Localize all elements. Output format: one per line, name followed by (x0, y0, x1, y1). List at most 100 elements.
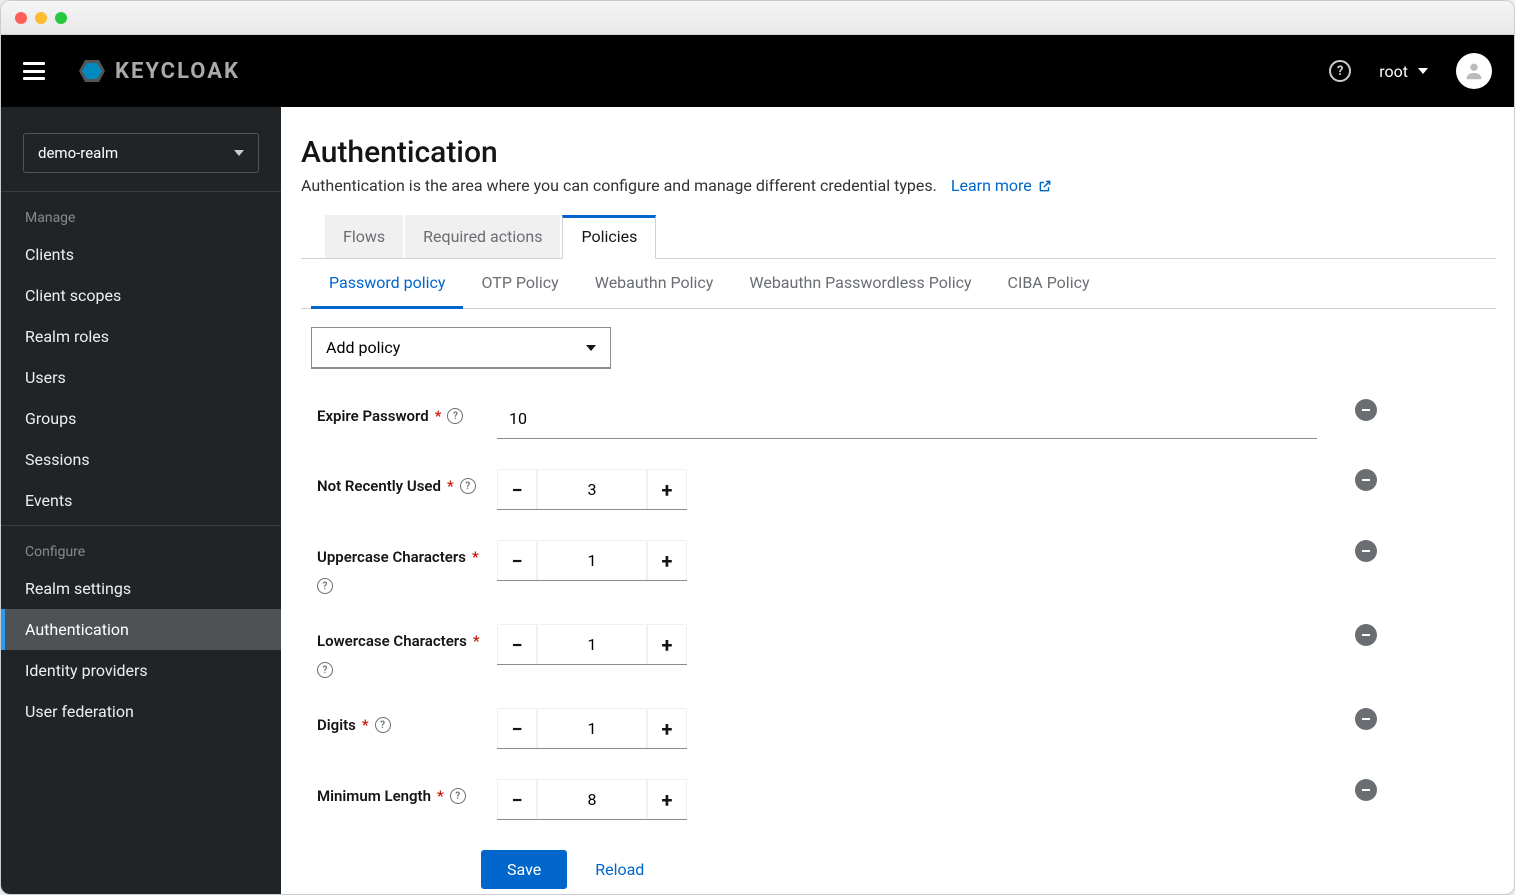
help-icon[interactable]: ? (317, 662, 333, 678)
add-policy-label: Add policy (326, 338, 400, 357)
sidebar-item-users[interactable]: Users (1, 357, 281, 398)
divider (1, 525, 281, 526)
policy-label: Lowercase Characters*? (317, 624, 497, 678)
main-content: Authentication Authentication is the are… (281, 107, 1514, 894)
policy-label: Not Recently Used*? (317, 469, 497, 495)
user-name: root (1379, 62, 1408, 81)
subtab-otp-policy[interactable]: OTP Policy (463, 259, 576, 308)
subtab-password-policy[interactable]: Password policy (311, 259, 463, 309)
sidebar-item-realm-settings[interactable]: Realm settings (1, 568, 281, 609)
stepper-increment-button[interactable]: + (647, 708, 687, 748)
sidebar-item-groups[interactable]: Groups (1, 398, 281, 439)
stepper-input[interactable] (537, 540, 647, 580)
stepper-increment-button[interactable]: + (647, 779, 687, 819)
realm-selector[interactable]: demo-realm (23, 133, 259, 173)
tab-required-actions[interactable]: Required actions (405, 215, 560, 258)
sidebar-section-header: Configure (1, 530, 281, 568)
policy-field (497, 399, 1317, 439)
window-max-icon[interactable] (55, 12, 67, 24)
avatar[interactable] (1456, 53, 1492, 89)
stepper-decrement-button[interactable]: − (497, 708, 537, 748)
window-close-icon[interactable] (15, 12, 27, 24)
sidebar-item-user-federation[interactable]: User federation (1, 691, 281, 732)
learn-more-link[interactable]: Learn more (951, 176, 1052, 195)
policy-row: Lowercase Characters*?−+ (317, 624, 1456, 678)
sidebar-item-client-scopes[interactable]: Client scopes (1, 275, 281, 316)
policy-label: Uppercase Characters*? (317, 540, 497, 594)
help-icon[interactable]: ? (375, 717, 391, 733)
topbar: KEYCLOAK ? root (1, 35, 1514, 107)
policy-field: −+ (497, 779, 1317, 820)
policy-form: Expire Password*?Not Recently Used*?−+Up… (301, 399, 1496, 820)
quantity-stepper: −+ (497, 779, 687, 820)
sidebar-item-realm-roles[interactable]: Realm roles (1, 316, 281, 357)
required-indicator: * (435, 407, 442, 425)
policy-row: Expire Password*? (317, 399, 1456, 439)
sidebar-section-header: Manage (1, 196, 281, 234)
window-titlebar (1, 1, 1514, 35)
reload-button[interactable]: Reload (595, 860, 644, 879)
subtab-webauthn-passwordless-policy[interactable]: Webauthn Passwordless Policy (731, 259, 989, 308)
menu-toggle-button[interactable] (23, 62, 45, 80)
sidebar-item-identity-providers[interactable]: Identity providers (1, 650, 281, 691)
page-description: Authentication is the area where you can… (301, 176, 1496, 195)
realm-name: demo-realm (38, 144, 118, 162)
window-min-icon[interactable] (35, 12, 47, 24)
policy-field: −+ (497, 624, 1317, 665)
help-icon[interactable]: ? (1329, 60, 1351, 82)
app-window: KEYCLOAK ? root demo-realm ManageClients… (0, 0, 1515, 895)
quantity-stepper: −+ (497, 624, 687, 665)
policy-row: Minimum Length*?−+ (317, 779, 1456, 820)
sidebar-item-events[interactable]: Events (1, 480, 281, 521)
remove-policy-button[interactable] (1355, 469, 1377, 491)
secondary-tabs: Password policyOTP PolicyWebauthn Policy… (301, 259, 1496, 309)
policy-row: Digits*?−+ (317, 708, 1456, 749)
chevron-down-icon (586, 345, 596, 351)
policy-text-input[interactable] (497, 399, 1317, 439)
subtab-ciba-policy[interactable]: CIBA Policy (990, 259, 1108, 308)
form-actions: Save Reload (481, 850, 1496, 889)
quantity-stepper: −+ (497, 708, 687, 749)
sidebar-item-clients[interactable]: Clients (1, 234, 281, 275)
remove-policy-button[interactable] (1355, 399, 1377, 421)
divider (1, 191, 281, 192)
stepper-increment-button[interactable]: + (647, 469, 687, 509)
stepper-decrement-button[interactable]: − (497, 624, 537, 664)
stepper-decrement-button[interactable]: − (497, 779, 537, 819)
quantity-stepper: −+ (497, 469, 687, 510)
policy-label: Minimum Length*? (317, 779, 497, 805)
page-title: Authentication (301, 135, 1496, 170)
subtab-webauthn-policy[interactable]: Webauthn Policy (577, 259, 732, 308)
required-indicator: * (473, 632, 480, 650)
stepper-increment-button[interactable]: + (647, 624, 687, 664)
required-indicator: * (437, 787, 444, 805)
remove-policy-button[interactable] (1355, 708, 1377, 730)
remove-policy-button[interactable] (1355, 540, 1377, 562)
remove-policy-button[interactable] (1355, 624, 1377, 646)
help-icon[interactable]: ? (317, 578, 333, 594)
policy-field: −+ (497, 469, 1317, 510)
quantity-stepper: −+ (497, 540, 687, 581)
policy-label: Digits*? (317, 708, 497, 734)
external-link-icon (1038, 179, 1052, 193)
help-icon[interactable]: ? (450, 788, 466, 804)
stepper-input[interactable] (537, 779, 647, 819)
sidebar-item-authentication[interactable]: Authentication (1, 609, 281, 650)
tab-policies[interactable]: Policies (562, 215, 656, 259)
stepper-decrement-button[interactable]: − (497, 540, 537, 580)
stepper-increment-button[interactable]: + (647, 540, 687, 580)
chevron-down-icon (1418, 68, 1428, 74)
user-menu[interactable]: root (1379, 62, 1428, 81)
tab-flows[interactable]: Flows (325, 215, 403, 258)
save-button[interactable]: Save (481, 850, 567, 889)
remove-policy-button[interactable] (1355, 779, 1377, 801)
stepper-input[interactable] (537, 708, 647, 748)
stepper-input[interactable] (537, 469, 647, 509)
stepper-input[interactable] (537, 624, 647, 664)
help-icon[interactable]: ? (447, 408, 463, 424)
help-icon[interactable]: ? (460, 478, 476, 494)
stepper-decrement-button[interactable]: − (497, 469, 537, 509)
sidebar-item-sessions[interactable]: Sessions (1, 439, 281, 480)
add-policy-select[interactable]: Add policy (311, 327, 611, 369)
logo-icon (77, 56, 107, 86)
